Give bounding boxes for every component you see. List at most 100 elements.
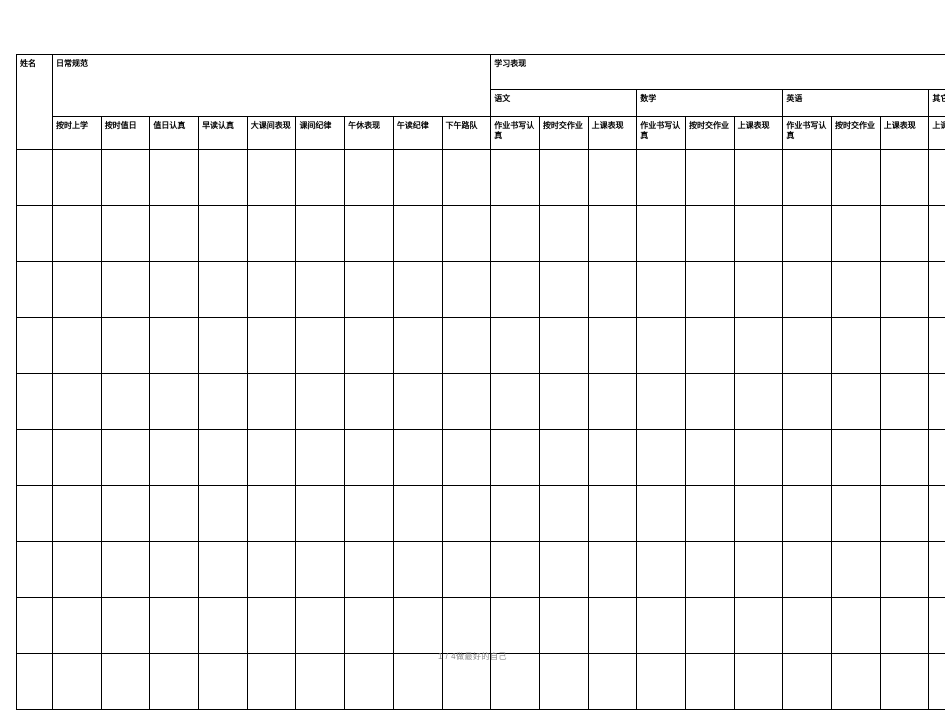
table-cell	[637, 542, 686, 598]
table-cell	[734, 598, 783, 654]
table-cell	[442, 598, 491, 654]
col-header-daily-3: 早读认真	[199, 117, 248, 150]
table-cell	[491, 206, 540, 262]
table-cell	[296, 430, 345, 486]
table-cell	[832, 486, 881, 542]
table-cell	[637, 262, 686, 318]
table-cell	[393, 318, 442, 374]
table-cell	[442, 150, 491, 206]
table-cell	[929, 542, 945, 598]
table-cell	[539, 318, 588, 374]
table-cell	[393, 150, 442, 206]
table-cell	[880, 430, 929, 486]
table-cell	[247, 374, 296, 430]
col-header-daily-2: 值日认真	[150, 117, 199, 150]
col-header-chinese-2: 上课表现	[588, 117, 637, 150]
table-header: 姓名 日常规范 学习表现 语文 数学 英语 其它科目 按时上学 按时值日 值日认…	[17, 55, 945, 150]
table-cell	[783, 262, 832, 318]
evaluation-table: 姓名 日常规范 学习表现 语文 数学 英语 其它科目 按时上学 按时值日 值日认…	[16, 54, 945, 710]
table-cell	[734, 262, 783, 318]
table-cell	[491, 598, 540, 654]
table-cell	[345, 542, 394, 598]
table-cell	[442, 430, 491, 486]
table-cell	[588, 206, 637, 262]
table-cell	[101, 318, 150, 374]
table-cell	[199, 262, 248, 318]
table-cell	[150, 206, 199, 262]
col-header-english-2: 上课表现	[880, 117, 929, 150]
table-cell	[685, 318, 734, 374]
table-cell	[685, 374, 734, 430]
table-cell	[442, 486, 491, 542]
table-cell	[637, 374, 686, 430]
table-cell	[832, 598, 881, 654]
table-cell	[150, 150, 199, 206]
table-cell	[345, 262, 394, 318]
table-cell	[345, 318, 394, 374]
table-cell	[783, 430, 832, 486]
table-cell	[150, 486, 199, 542]
col-header-daily-7: 午读纪律	[393, 117, 442, 150]
table-cell	[296, 598, 345, 654]
table-cell	[247, 430, 296, 486]
table-cell	[491, 486, 540, 542]
table-cell	[199, 206, 248, 262]
table-cell	[199, 150, 248, 206]
table-cell	[880, 206, 929, 262]
table-cell	[539, 598, 588, 654]
table-cell	[491, 374, 540, 430]
table-cell	[101, 262, 150, 318]
table-cell	[491, 318, 540, 374]
table-cell	[783, 542, 832, 598]
table-cell	[53, 374, 102, 430]
table-cell	[880, 598, 929, 654]
table-cell	[247, 542, 296, 598]
table-cell	[53, 430, 102, 486]
table-cell	[442, 542, 491, 598]
table-cell	[539, 150, 588, 206]
col-header-daily-0: 按时上学	[53, 117, 102, 150]
table-cell	[345, 150, 394, 206]
table-body	[17, 150, 945, 710]
table-cell	[539, 262, 588, 318]
table-cell	[199, 318, 248, 374]
table-cell	[539, 374, 588, 430]
table-cell	[880, 318, 929, 374]
col-header-math-2: 上课表现	[734, 117, 783, 150]
table-cell	[247, 150, 296, 206]
table-cell	[929, 206, 945, 262]
table-cell	[832, 262, 881, 318]
table-cell	[101, 430, 150, 486]
table-cell	[685, 430, 734, 486]
table-cell	[101, 486, 150, 542]
col-header-chinese-1: 按时交作业	[539, 117, 588, 150]
table-cell	[101, 150, 150, 206]
table-cell	[17, 486, 53, 542]
table-cell	[637, 598, 686, 654]
table-cell	[17, 318, 53, 374]
table-cell	[393, 598, 442, 654]
table-cell	[588, 150, 637, 206]
table-cell	[150, 262, 199, 318]
page: 姓名 日常规范 学习表现 语文 数学 英语 其它科目 按时上学 按时值日 值日认…	[0, 0, 945, 668]
table-cell	[734, 206, 783, 262]
table-cell	[296, 318, 345, 374]
table-cell	[783, 486, 832, 542]
subject-header-math: 数学	[637, 90, 783, 117]
table-cell	[783, 206, 832, 262]
table-cell	[588, 598, 637, 654]
table-cell	[588, 262, 637, 318]
table-cell	[296, 262, 345, 318]
table-cell	[685, 486, 734, 542]
table-cell	[929, 262, 945, 318]
table-cell	[345, 374, 394, 430]
table-cell	[588, 430, 637, 486]
table-cell	[880, 542, 929, 598]
table-cell	[393, 430, 442, 486]
table-cell	[880, 150, 929, 206]
table-cell	[17, 206, 53, 262]
table-cell	[637, 318, 686, 374]
col-header-name: 姓名	[17, 55, 53, 150]
col-header-english-0: 作业书写认真	[783, 117, 832, 150]
table-cell	[685, 262, 734, 318]
